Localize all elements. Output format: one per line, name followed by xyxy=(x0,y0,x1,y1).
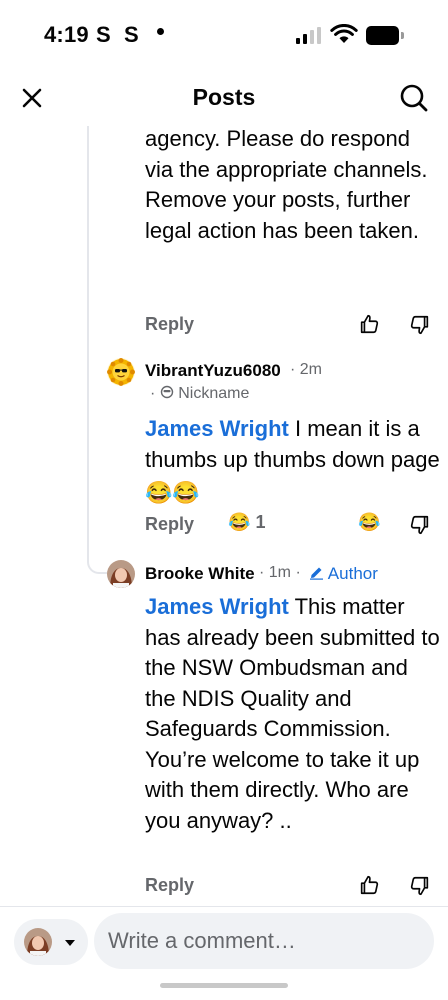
comment-time: · 2m xyxy=(290,361,323,378)
pencil-icon xyxy=(310,567,323,580)
thumbs-down-icon[interactable] xyxy=(409,314,431,336)
thread-connector-curve xyxy=(87,554,107,574)
identity-switcher-button[interactable] xyxy=(14,919,88,965)
reaction-summary[interactable]: 😂 1 xyxy=(228,512,265,533)
comment-input[interactable] xyxy=(94,913,434,969)
status-time: 4:19 xyxy=(44,22,89,47)
search-icon[interactable] xyxy=(398,82,430,114)
status-bar: 4:19 S S xyxy=(0,0,448,66)
reply-button[interactable]: Reply xyxy=(145,314,194,335)
reply-button[interactable]: Reply xyxy=(145,875,194,896)
comment-time: · 1m · xyxy=(259,564,301,581)
battery-icon xyxy=(366,26,404,45)
thumbs-down-icon[interactable] xyxy=(409,875,431,897)
comment-author[interactable]: Brooke White xyxy=(145,564,255,584)
laughing-emoji-icon: 😂😂 xyxy=(145,480,200,505)
more-notifications-dot xyxy=(157,28,164,35)
thumbs-up-icon[interactable] xyxy=(358,874,380,896)
comment-composer xyxy=(0,907,448,1000)
home-indicator xyxy=(160,983,288,988)
avatar xyxy=(24,928,52,956)
avatar[interactable] xyxy=(107,560,135,588)
comment-body: James Wright This matter has already bee… xyxy=(145,594,440,833)
comment-author[interactable]: VibrantYuzu6080 xyxy=(145,361,281,381)
nickname-badge: · Nickname xyxy=(150,385,250,402)
comment-body: agency. Please do respond via the approp… xyxy=(145,126,428,243)
thumbs-down-icon[interactable] xyxy=(409,514,431,536)
thread-connector-line xyxy=(87,126,89,554)
anonymous-icon xyxy=(160,385,173,399)
comment-body: James Wright I mean it is a thumbs up th… xyxy=(145,414,440,509)
wifi-icon xyxy=(330,24,358,43)
cellular-signal-icon xyxy=(296,27,322,44)
author-badge: Author xyxy=(309,564,378,584)
thumbs-up-icon[interactable] xyxy=(358,313,380,335)
reaction-count: 1 xyxy=(255,512,266,532)
mention-link[interactable]: James Wright xyxy=(145,594,289,619)
caret-down-icon xyxy=(65,940,75,946)
avatar[interactable] xyxy=(107,358,135,386)
mention-link[interactable]: James Wright xyxy=(145,416,289,441)
page-title: Posts xyxy=(192,84,256,110)
top-navigation-bar: Posts xyxy=(0,66,448,126)
notification-app-icon: S xyxy=(96,22,111,47)
laughing-emoji-icon: 😂 xyxy=(228,512,251,532)
reply-button[interactable]: Reply xyxy=(145,514,194,535)
laughing-reaction-button-icon[interactable]: 😂 xyxy=(358,512,380,533)
notification-app-icon: S xyxy=(124,22,139,47)
